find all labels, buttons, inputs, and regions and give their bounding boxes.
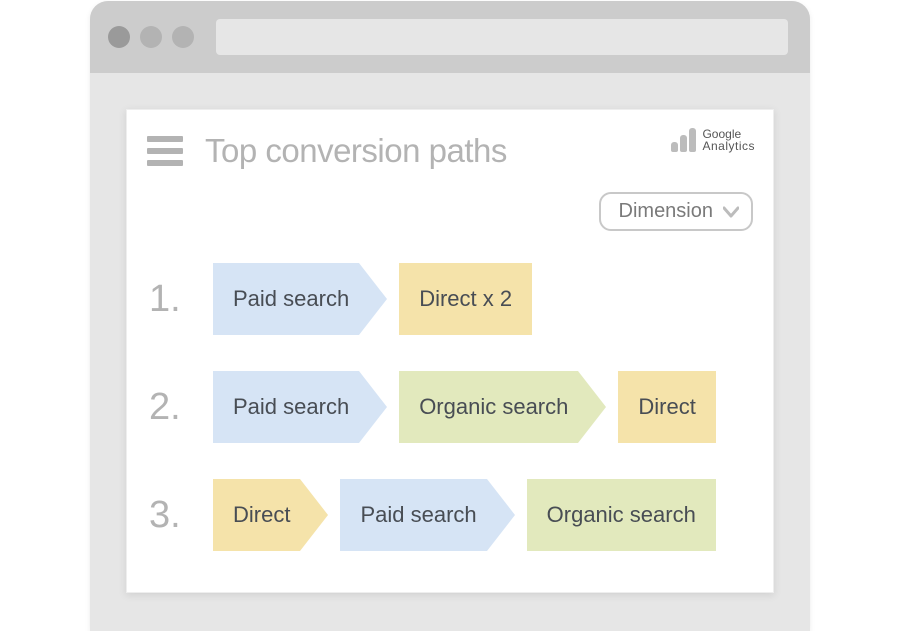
window-controls [108, 26, 194, 48]
browser-title-bar [90, 1, 810, 73]
dimension-dropdown[interactable]: Dimension [599, 192, 753, 231]
row-number: 1. [149, 278, 191, 321]
report-panel: Top conversion paths Google Analytics Di… [126, 109, 774, 593]
analytics-bars-icon [671, 128, 696, 152]
chevron-down-icon [723, 206, 737, 220]
url-bar[interactable] [216, 19, 788, 55]
path-step-chip: Organic search [399, 371, 578, 443]
path-step-chip: Direct [213, 479, 300, 551]
menu-icon[interactable] [147, 136, 183, 166]
google-analytics-logo: Google Analytics [671, 128, 755, 152]
path-step-chip: Direct [618, 371, 715, 443]
conversion-paths-list: 1. Paid search Direct x 2 2. Paid search… [147, 263, 753, 551]
path-step-chip: Paid search [340, 479, 486, 551]
browser-window: Top conversion paths Google Analytics Di… [90, 1, 810, 631]
row-number: 2. [149, 386, 191, 429]
path-step-chip: Paid search [213, 263, 359, 335]
close-dot-icon[interactable] [108, 26, 130, 48]
zoom-dot-icon[interactable] [172, 26, 194, 48]
path-step-chip: Organic search [527, 479, 716, 551]
path-step-chip: Direct x 2 [399, 263, 532, 335]
viewport: Top conversion paths Google Analytics Di… [90, 73, 810, 631]
path-row: 1. Paid search Direct x 2 [149, 263, 753, 335]
row-number: 3. [149, 494, 191, 537]
brand-name-bottom: Analytics [702, 140, 755, 152]
page-title: Top conversion paths [205, 132, 507, 170]
path-row: 2. Paid search Organic search Direct [149, 371, 753, 443]
minimize-dot-icon[interactable] [140, 26, 162, 48]
path-row: 3. Direct Paid search Organic search [149, 479, 753, 551]
panel-header: Top conversion paths [147, 126, 753, 176]
dropdown-label: Dimension [619, 200, 713, 223]
path-step-chip: Paid search [213, 371, 359, 443]
